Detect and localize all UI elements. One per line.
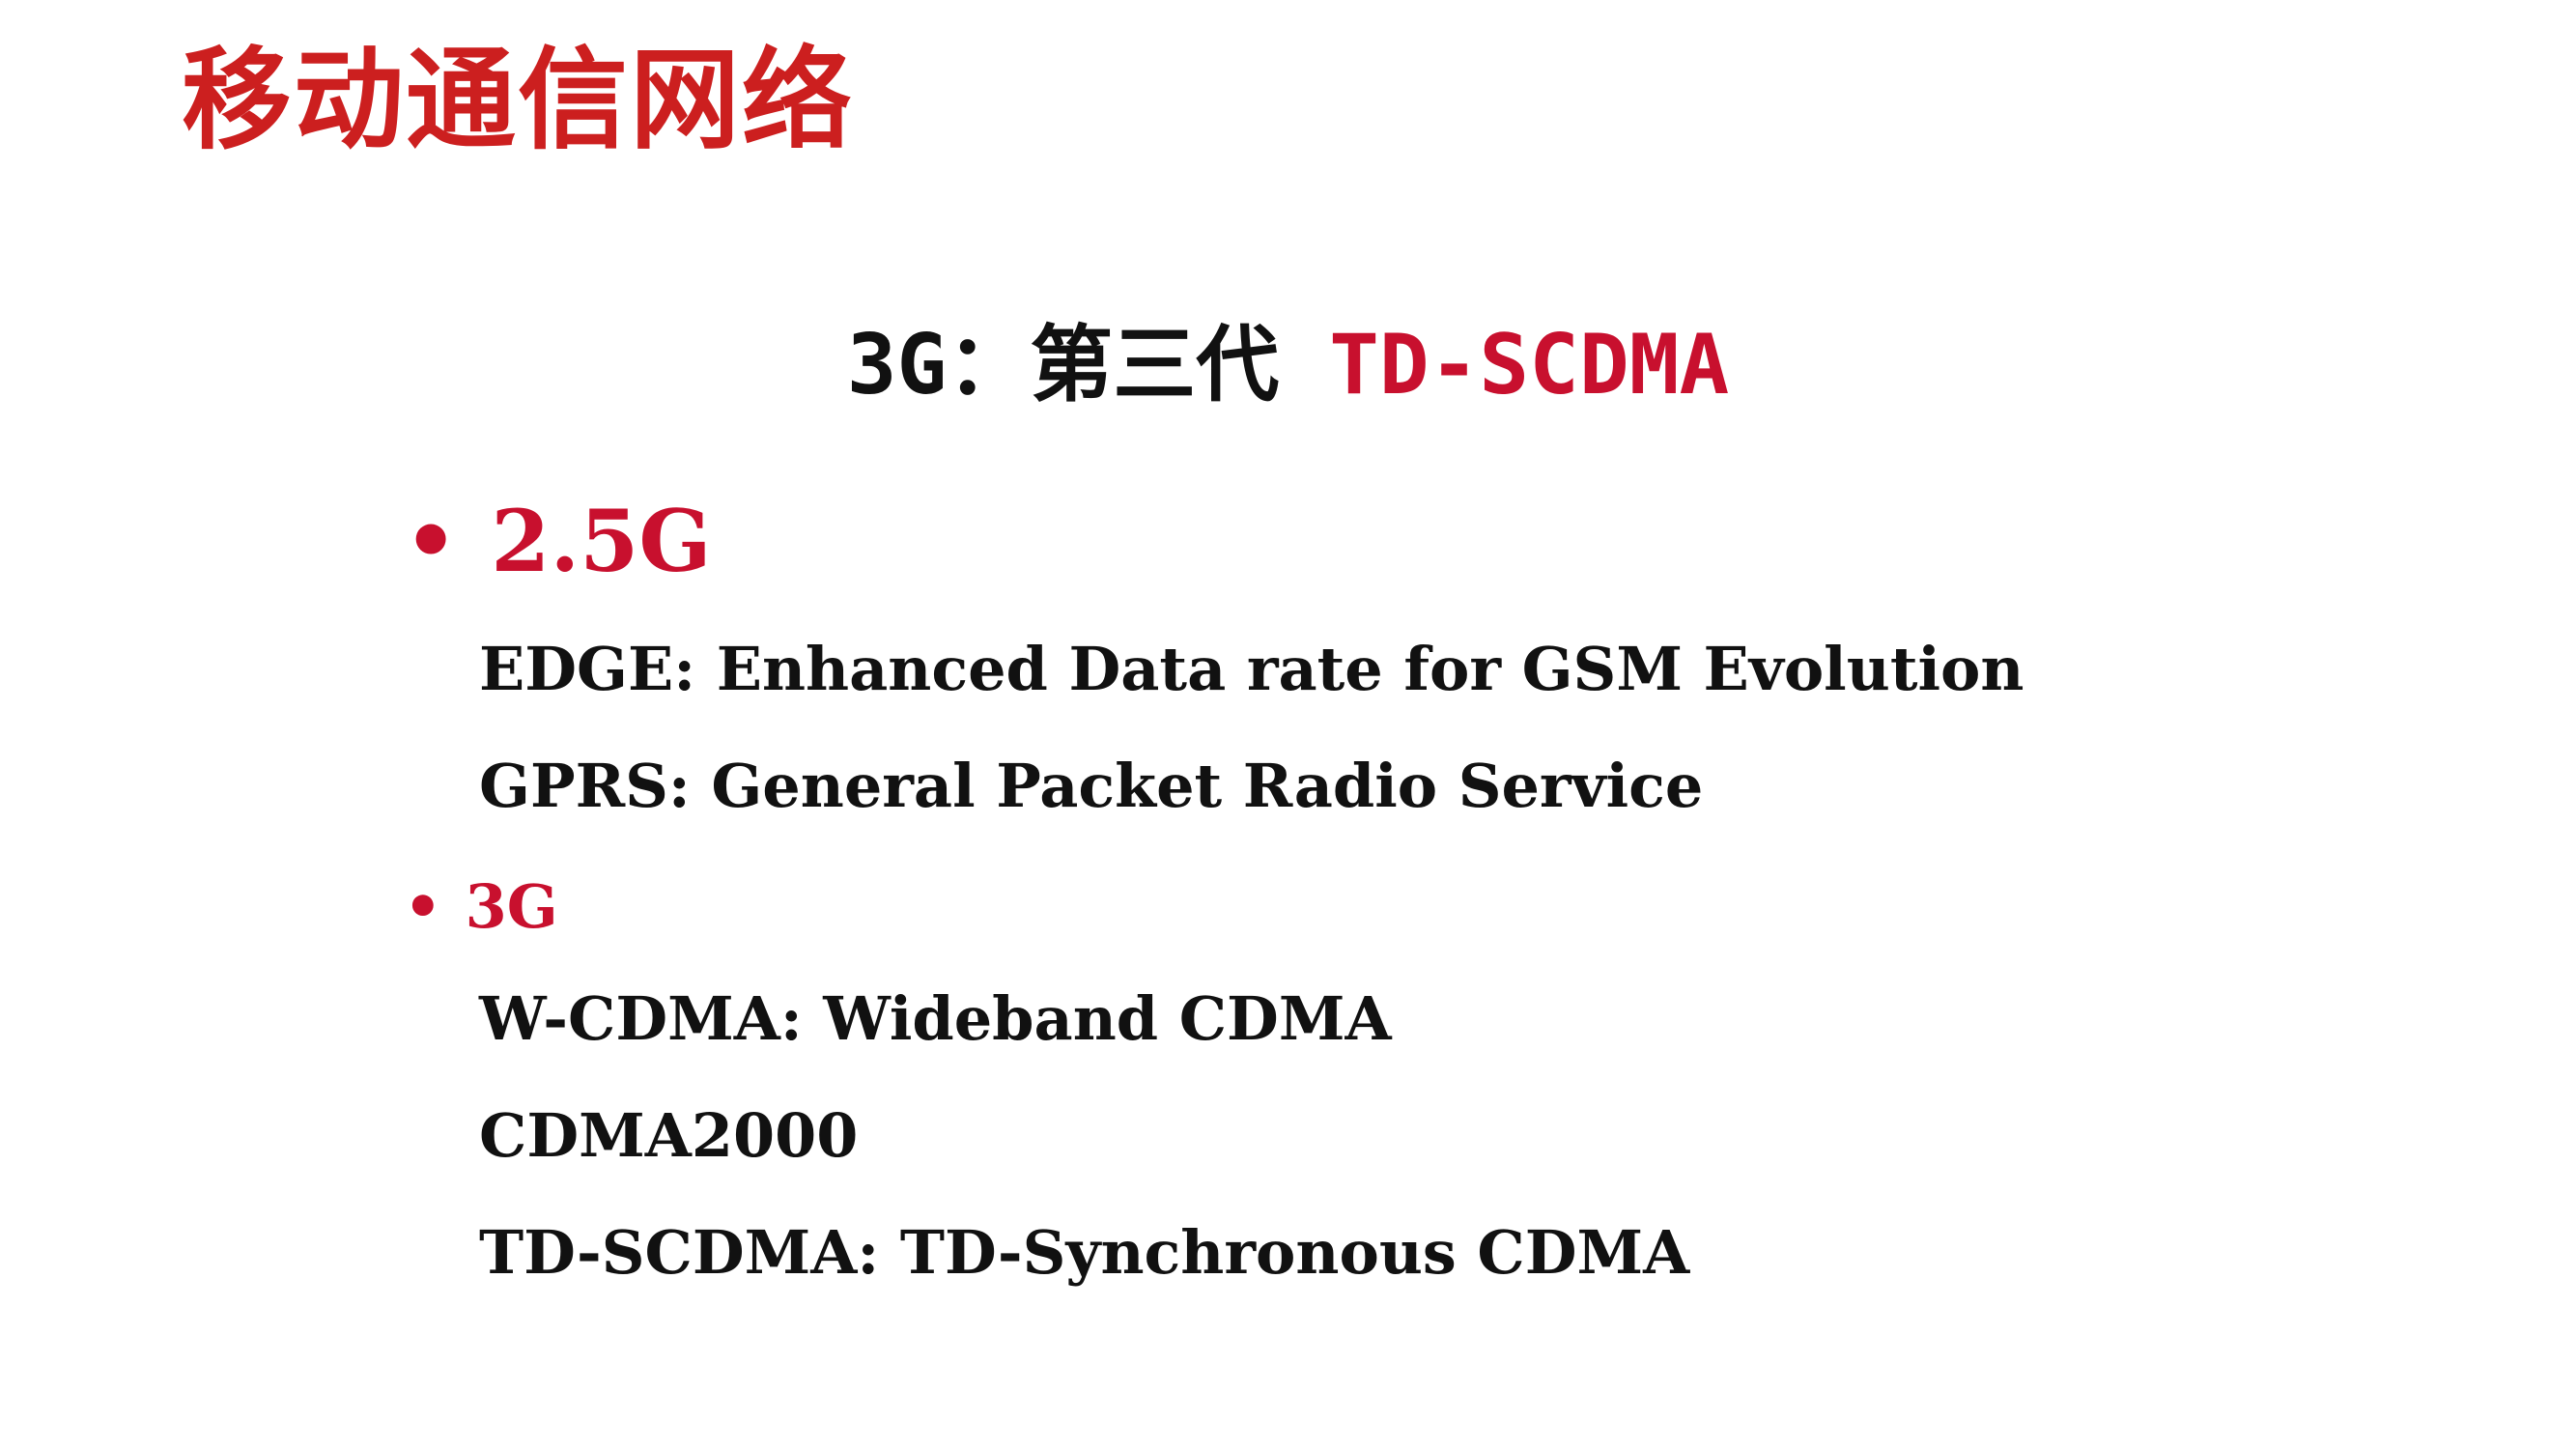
section-heading-label: 2.5G — [491, 491, 712, 591]
bullet-dot: • — [404, 491, 459, 591]
subtitle-generation: 3G：第三代 — [846, 317, 1280, 413]
list-item-td-scdma: TD-SCDMA: TD-Synchronous CDMA — [479, 1217, 1690, 1288]
section-heading-label: 3G — [465, 871, 558, 942]
section-heading-3g: • 3G — [404, 866, 558, 949]
subtitle-technology: TD-SCDMA — [1329, 317, 1730, 413]
list-item-cdma2000: CDMA2000 — [479, 1100, 859, 1171]
slide-subtitle: 3G：第三代 TD-SCDMA — [0, 307, 2576, 423]
list-item-wcdma: W-CDMA: Wideband CDMA — [479, 983, 1392, 1054]
list-item-gprs: GPRS: General Packet Radio Service — [479, 751, 1704, 821]
slide-title: 移动通信网络 — [182, 36, 855, 164]
bullet-dot: • — [404, 871, 442, 942]
list-item-edge: EDGE: Enhanced Data rate for GSM Evoluti… — [479, 634, 2024, 704]
slide: 移动通信网络 3G：第三代 TD-SCDMA • 2.5G EDGE: Enhan… — [0, 0, 2576, 1449]
section-heading-2-5g: • 2.5G — [404, 488, 712, 594]
